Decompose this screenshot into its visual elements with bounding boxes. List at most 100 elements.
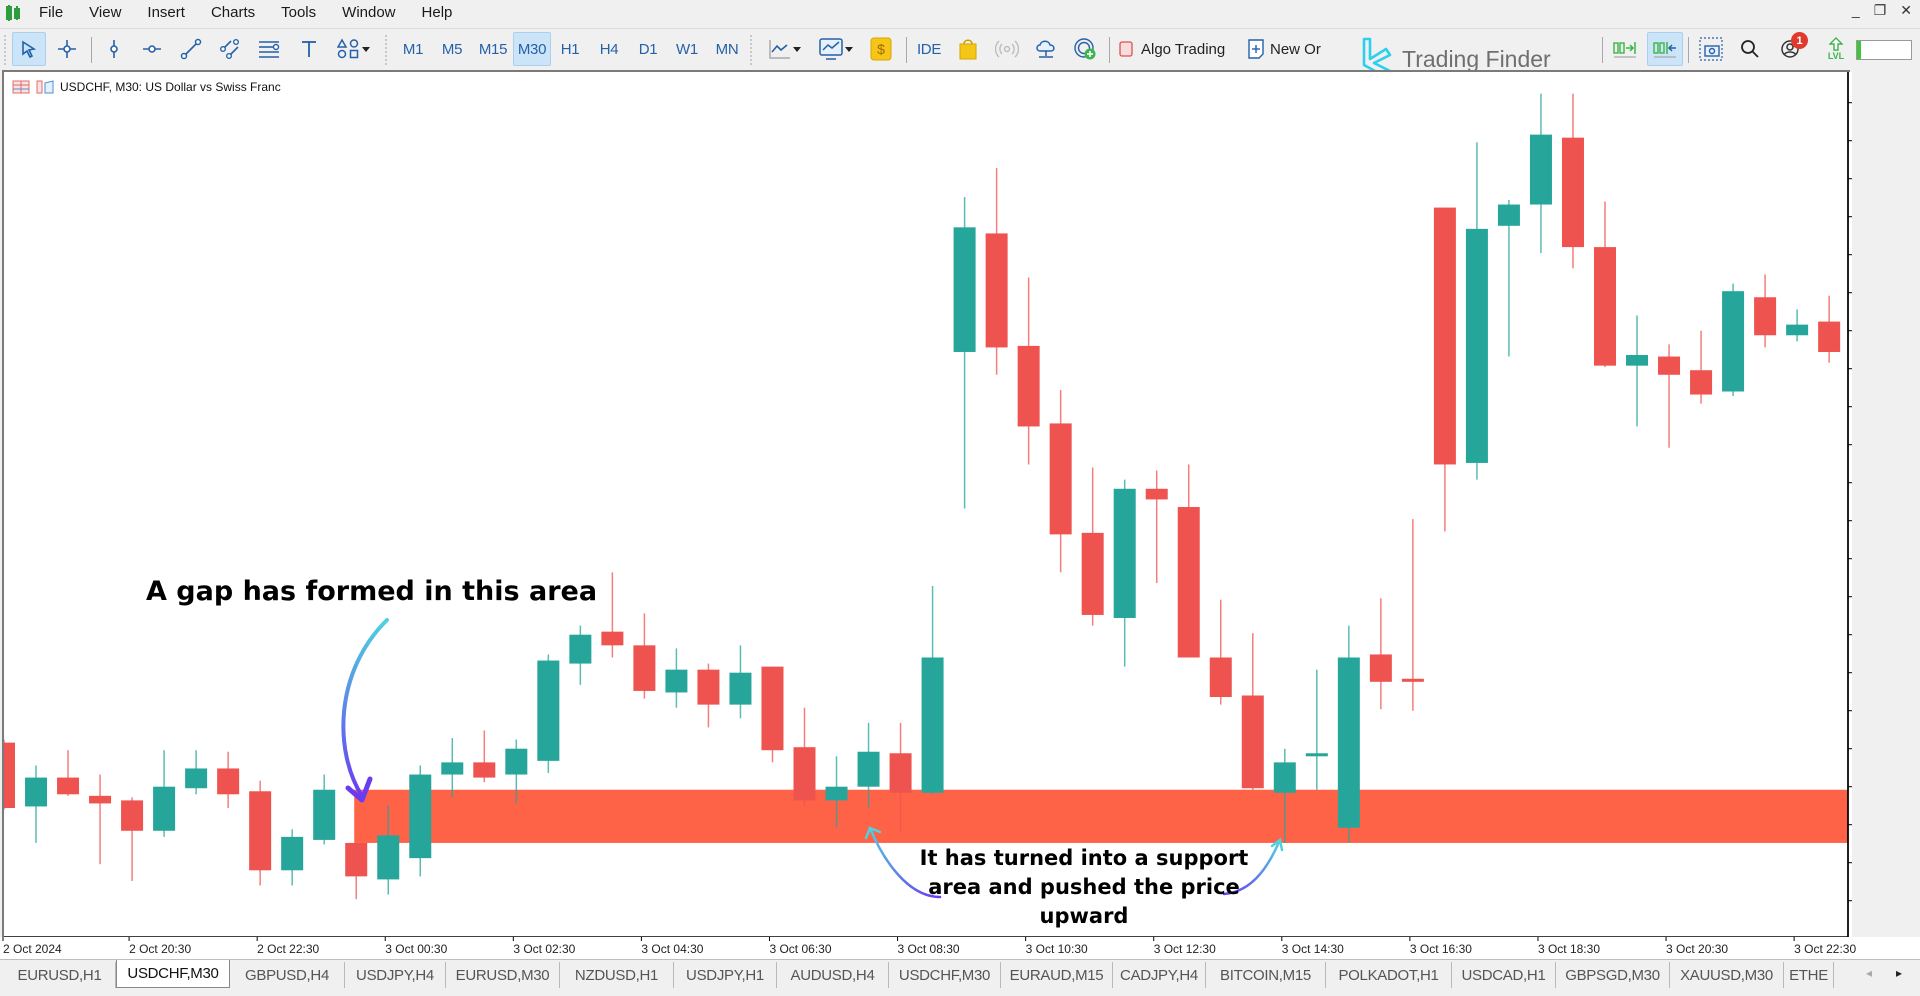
candle xyxy=(793,707,816,807)
chart-tab[interactable]: GBPUSD,H4 xyxy=(230,962,345,988)
timeframe-mn[interactable]: MN xyxy=(709,32,745,66)
timeframe-d1[interactable]: D1 xyxy=(631,32,665,66)
support-zone xyxy=(354,789,1849,843)
camera-icon xyxy=(1699,37,1723,61)
chart-tab[interactable]: EURAUD,M15 xyxy=(1001,962,1113,988)
signals-button[interactable] xyxy=(990,32,1024,66)
chart-tab[interactable]: XAUUSD,M30 xyxy=(1670,962,1784,988)
account-button[interactable]: 1 xyxy=(1772,32,1810,66)
candle xyxy=(537,654,560,774)
time-tick-label: 3 Oct 22:30 xyxy=(1794,942,1856,956)
candle xyxy=(121,797,144,881)
tab-scroll-left-button[interactable]: ◂ xyxy=(1866,966,1872,980)
chart-tab[interactable]: CADJPY,H4 xyxy=(1113,962,1206,988)
chart-type-button[interactable] xyxy=(762,32,808,66)
vertical-line-tool-button[interactable] xyxy=(97,32,131,66)
ide-button[interactable]: IDE xyxy=(912,32,946,66)
horizontal-line-tool-button[interactable] xyxy=(135,32,169,66)
time-tick-label: 2 Oct 20:30 xyxy=(129,942,191,956)
candle-body xyxy=(793,747,816,801)
new-order-button[interactable]: New Or xyxy=(1244,32,1336,66)
candle xyxy=(1337,625,1360,843)
toolbar-separator xyxy=(906,37,907,63)
chart-tab[interactable]: USDCHF,M30 xyxy=(116,960,230,988)
chart-window[interactable]: 0.854200.853950.853700.853450.853200.852… xyxy=(2,70,1852,940)
chart-tab[interactable]: NZDUSD,H1 xyxy=(560,962,674,988)
candle xyxy=(1049,389,1072,573)
dropdown-arrow-icon xyxy=(793,47,801,52)
chart-tab[interactable]: ETHE xyxy=(1784,962,1834,988)
chart-tab[interactable]: AUDUSD,H4 xyxy=(777,962,889,988)
chart-tab[interactable]: USDCAD,H1 xyxy=(1452,962,1556,988)
chart-tab-label: EURUSD,H1 xyxy=(17,966,102,984)
vps-button[interactable] xyxy=(1029,32,1063,66)
chart-tab[interactable]: USDJPY,H4 xyxy=(345,962,446,988)
timeframe-label: H1 xyxy=(560,40,580,58)
timeframe-h4[interactable]: H4 xyxy=(592,32,626,66)
price-chart[interactable]: 0.854200.853950.853700.853450.853200.852… xyxy=(4,72,1852,940)
candle xyxy=(217,751,240,808)
chart-tab[interactable]: USDCHF,M30 xyxy=(889,962,1001,988)
timeframe-w1[interactable]: W1 xyxy=(670,32,704,66)
chart-tab[interactable]: EURUSD,M30 xyxy=(446,962,560,988)
time-axis: 2 Oct 2024 2 Oct 20:30 2 Oct 22:30 3 Oct 00… xyxy=(0,937,1920,959)
screenshot-button[interactable] xyxy=(1694,32,1728,66)
timeframe-h1[interactable]: H1 xyxy=(553,32,587,66)
menu-window[interactable]: Window xyxy=(329,0,408,26)
indicators-button[interactable] xyxy=(813,32,859,66)
trendline-tool-button[interactable] xyxy=(174,32,208,66)
close-button[interactable]: ✕ xyxy=(1900,2,1912,19)
restore-button[interactable]: ❐ xyxy=(1874,2,1887,19)
fibonacci-tool-button[interactable] xyxy=(252,32,286,66)
level-button[interactable]: LVL xyxy=(1820,32,1852,66)
market-bag-button[interactable] xyxy=(951,32,985,66)
algo-trading-button[interactable]: Algo Trading xyxy=(1115,32,1237,66)
menu-bar: File View Insert Charts Tools Window Hel… xyxy=(0,0,1920,26)
shapes-tool-button[interactable] xyxy=(330,32,378,66)
menu-tools[interactable]: Tools xyxy=(268,0,329,26)
toolbar-separator xyxy=(91,37,92,63)
toolbar-grip[interactable] xyxy=(750,35,752,65)
chart-tab[interactable]: BITCOIN,M15 xyxy=(1206,962,1326,988)
tab-scroll-right-button[interactable]: ▸ xyxy=(1896,966,1902,980)
menu-view[interactable]: View xyxy=(76,0,134,26)
toolbar-grip[interactable] xyxy=(385,35,387,65)
menu-charts[interactable]: Charts xyxy=(198,0,268,26)
app-logo-icon xyxy=(0,0,26,26)
fingerprint-add-icon xyxy=(1074,38,1096,60)
timeframe-m30[interactable]: M30 xyxy=(513,32,551,66)
crosshair-tool-button[interactable] xyxy=(50,32,84,66)
indicator-chart-icon xyxy=(819,38,843,60)
text-tool-button[interactable] xyxy=(292,32,326,66)
market-button[interactable]: $ xyxy=(864,32,898,66)
chart-tab[interactable]: USDJPY,H1 xyxy=(674,962,777,988)
chart-tab-label: USDJPY,H1 xyxy=(686,966,764,984)
add-account-button[interactable] xyxy=(1068,32,1102,66)
menu-help[interactable]: Help xyxy=(409,0,466,26)
cursor-tool-button[interactable] xyxy=(12,32,46,66)
minimize-button[interactable]: _ xyxy=(1852,2,1860,19)
candle-body xyxy=(1465,228,1488,463)
channel-tool-button[interactable] xyxy=(213,32,247,66)
notification-badge: 1 xyxy=(1791,32,1808,49)
chart-tab-label: USDJPY,H4 xyxy=(356,966,434,984)
autoscroll-button[interactable] xyxy=(1647,32,1683,66)
chart-tab[interactable]: POLKADOT,H1 xyxy=(1326,962,1452,988)
candle-body xyxy=(1529,134,1552,205)
toolbar-grip[interactable] xyxy=(4,35,6,65)
timeframe-m5[interactable]: M5 xyxy=(434,32,470,66)
timeframe-m15[interactable]: M15 xyxy=(473,32,513,66)
chart-tab[interactable]: EURUSD,H1 xyxy=(4,962,116,988)
candle-body xyxy=(889,753,912,793)
timeframe-m1[interactable]: M1 xyxy=(395,32,431,66)
candle xyxy=(1529,93,1552,254)
candle-body xyxy=(1690,370,1713,395)
timeframe-label: M30 xyxy=(517,40,547,58)
toolbar-separator xyxy=(1602,37,1603,63)
chart-shift-button[interactable] xyxy=(1608,32,1642,66)
chart-tab[interactable]: GBPSGD,M30 xyxy=(1556,962,1670,988)
search-button[interactable] xyxy=(1733,32,1767,66)
menu-insert[interactable]: Insert xyxy=(134,0,198,26)
menu-file[interactable]: File xyxy=(26,0,76,26)
candle xyxy=(1594,201,1616,368)
